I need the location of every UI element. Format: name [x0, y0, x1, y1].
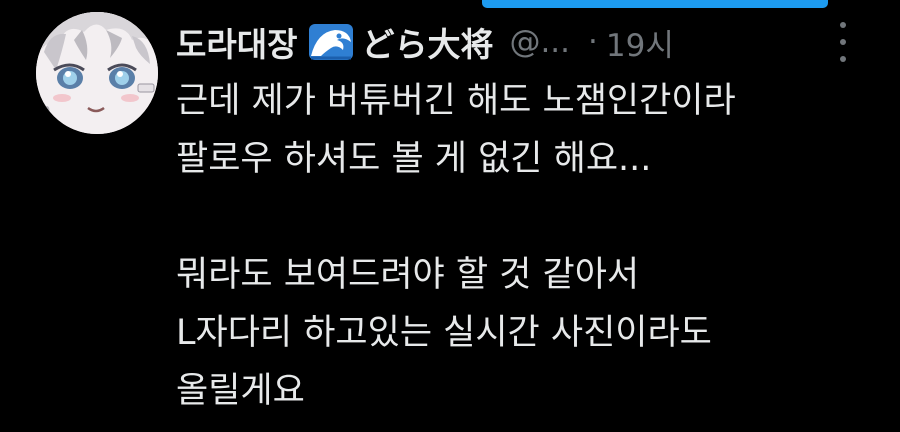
- display-name-japanese[interactable]: どら大将: [361, 18, 493, 66]
- paragraph-break: [176, 188, 876, 246]
- tweet[interactable]: 도라대장 どら大将 @... · 19시 근데 제가 버튜버긴 해도 노잼인간이…: [0, 0, 900, 432]
- tweet-text-line: 올릴게요: [176, 371, 305, 411]
- more-vertical-icon[interactable]: [830, 22, 856, 62]
- water-wave-icon: [307, 22, 355, 62]
- tweet-header: 도라대장 どら大将 @... · 19시: [176, 14, 674, 70]
- more-dot: [840, 22, 846, 28]
- separator: ·: [588, 24, 598, 60]
- user-handle[interactable]: @...: [509, 24, 570, 60]
- avatar[interactable]: [36, 12, 158, 134]
- more-dot: [840, 39, 846, 45]
- tweet-text-line: 근데 제가 버튜버긴 해도 노잼인간이라: [176, 81, 736, 121]
- display-name[interactable]: 도라대장: [176, 18, 297, 66]
- tweet-body: 근데 제가 버튜버긴 해도 노잼인간이라 팔로우 하셔도 볼 게 없긴 해요..…: [176, 72, 876, 420]
- timestamp[interactable]: 19시: [606, 20, 674, 65]
- tweet-text-line: 뭐라도 보여드려야 할 것 같아서: [176, 255, 640, 295]
- more-dot: [840, 56, 846, 62]
- tweet-text-line: 팔로우 하셔도 볼 게 없긴 해요...: [176, 139, 652, 179]
- tweet-text-line: L자다리 하고있는 실시간 사진이라도: [176, 313, 712, 353]
